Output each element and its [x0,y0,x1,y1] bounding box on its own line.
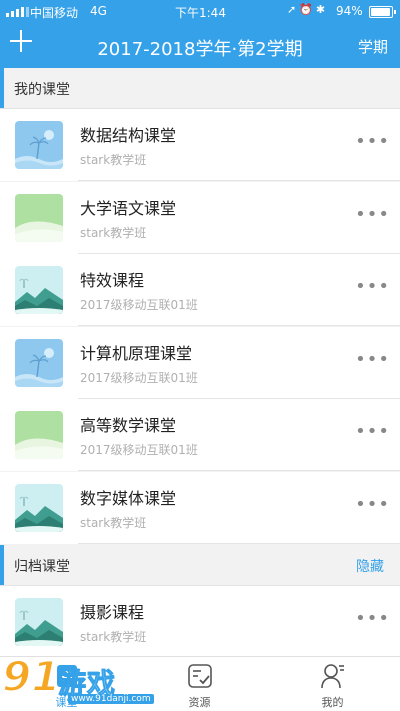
course-name: 特效课程 [80,271,145,290]
tab-label: 我的 [321,696,344,709]
section-accent [0,68,4,108]
more-icon[interactable]: ••• [355,204,390,225]
section-title: 归档课堂 [14,559,70,575]
course-thumbnail [15,193,63,242]
course-item[interactable]: 数字媒体课堂 stark教学班 ••• [0,471,400,544]
course-name: 高等数学课堂 [80,416,177,435]
section-title: 我的课堂 [14,82,70,98]
more-icon[interactable]: ••• [355,131,390,152]
course-item[interactable]: 大学语文课堂 stark教学班 ••• [0,181,400,254]
course-name: 数字媒体课堂 [80,488,177,508]
resource-icon [188,664,212,688]
status-icons: ➚⏰✱ [287,3,329,16]
course-thumbnail [15,266,63,314]
network-label: 4G [90,4,107,18]
course-class: 2017级移动互联01班 [80,443,198,457]
signal-icon [6,7,29,17]
course-class: 2017级移动互联01班 [80,370,198,385]
course-thumbnail [15,338,63,387]
course-thumbnail [15,598,63,646]
course-class: stark教学班 [80,153,147,167]
more-icon[interactable]: ••• [355,349,390,370]
watermark-number: 91 [1,651,61,702]
course-name: 摄影课程 [80,603,145,622]
course-class: stark教学班 [80,515,147,530]
course-item[interactable]: 特效课程 2017级移动互联01班 ••• [0,254,400,326]
more-icon[interactable]: ••• [355,276,390,297]
course-class: stark教学班 [80,630,147,644]
time-label: 下午1:44 [175,6,226,20]
course-thumbnail [15,121,63,169]
section-accent [0,545,4,585]
battery-percent: 94% [336,4,363,18]
course-item[interactable]: 数据结构课堂 stark教学班 ••• [0,109,400,181]
course-thumbnail [15,483,63,532]
more-icon[interactable]: ••• [355,421,390,442]
more-icon[interactable]: ••• [355,608,390,629]
course-name: 数据结构课堂 [80,126,177,145]
course-class: stark教学班 [80,225,147,240]
course-class: 2017级移动互联01班 [80,298,198,312]
section-my-classes: 我的课堂 [0,68,400,109]
carrier-label: 中国移动 [30,6,79,20]
section-archived: 归档课堂 隐藏 [0,545,400,586]
course-name: 计算机原理课堂 [80,343,193,363]
course-item[interactable]: 高等数学课堂 2017级移动互联01班 ••• [0,399,400,471]
tab-profile[interactable]: 我的 [266,657,399,711]
more-icon[interactable]: ••• [355,494,390,515]
term-button[interactable]: 学期 [358,36,388,57]
course-item[interactable]: 计算机原理课堂 2017级移动互联01班 ••• [0,326,400,399]
profile-icon [321,664,344,689]
nav-bar: 2017-2018学年·第2学期 学期 [0,22,400,68]
watermark-url: www.91danji.com [68,694,154,704]
divider [78,542,400,544]
watermark-logo: 91 游戏 www.91danji.com [0,648,154,710]
battery-icon [369,6,396,18]
page-title: 2017-2018学年·第2学期 [97,39,303,60]
hide-button[interactable]: 隐藏 [356,556,384,576]
course-thumbnail [15,411,63,459]
status-bar: 中国移动 4G 下午1:44 ➚⏰✱ 94% [0,0,400,22]
course-name: 大学语文课堂 [80,198,177,218]
